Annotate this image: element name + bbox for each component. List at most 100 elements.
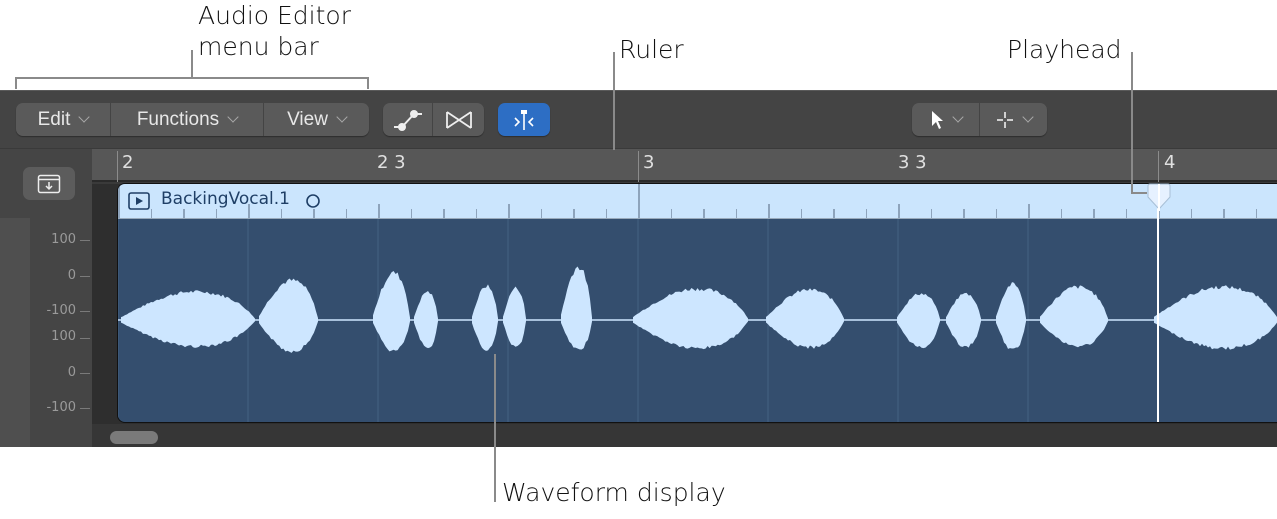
ruler-tick — [768, 204, 770, 218]
curve-tool-icon — [393, 109, 422, 131]
waveform-segment — [121, 290, 255, 348]
amplitude-label: 100 — [51, 329, 76, 344]
callout-bracket-stem — [191, 50, 193, 78]
chevron-down-icon — [1021, 111, 1034, 123]
ruler-tick — [703, 209, 705, 218]
ruler-tick — [540, 209, 542, 218]
functions-menu[interactable]: Functions — [111, 103, 264, 136]
audio-region[interactable]: BackingVocal.1 — [117, 183, 1277, 423]
edit-menu-label: Edit — [37, 108, 71, 130]
callout-ruler: Ruler — [619, 35, 684, 64]
view-menu[interactable]: View — [264, 103, 369, 136]
circle-icon — [306, 194, 320, 208]
amplitude-label: 100 — [51, 232, 76, 247]
ruler-tick — [1093, 209, 1095, 218]
ruler-tick — [930, 209, 932, 218]
menu-group: Edit Functions View — [16, 103, 369, 136]
callout-audio-editor-menu-bar: Audio Editor menu bar — [198, 0, 351, 62]
amplitude-tick — [80, 240, 90, 241]
waveform-segment — [996, 282, 1026, 349]
ruler-tick — [508, 204, 510, 218]
ruler-tick — [1223, 209, 1225, 218]
amplitude-tick — [80, 338, 90, 339]
ruler-tick — [833, 209, 835, 218]
amplitude-label: -100 — [46, 303, 76, 318]
marquee-tool-icon — [996, 111, 1013, 128]
functions-menu-label: Functions — [136, 108, 220, 130]
ruler-tick — [410, 209, 412, 218]
download-button[interactable] — [23, 167, 75, 200]
ruler-tick — [638, 184, 640, 218]
scrollbar-thumb[interactable] — [110, 431, 158, 444]
left-strip — [0, 218, 30, 447]
ruler-tick — [800, 209, 802, 218]
callout-ruler-line — [613, 52, 615, 150]
amplitude-label: -100 — [46, 400, 76, 415]
marquee-tool-menu[interactable] — [980, 103, 1047, 136]
ruler-tick — [313, 209, 315, 218]
ruler-tick — [735, 209, 737, 218]
pointer-tool-icon — [931, 110, 943, 129]
callout-playhead-elbow — [1131, 192, 1147, 194]
ruler-tick — [443, 209, 445, 218]
ruler-tick — [670, 209, 672, 218]
callout-bracket-right — [367, 77, 369, 89]
callout-bracket-horizontal — [15, 77, 369, 79]
horizontal-scrollbar[interactable] — [92, 424, 1277, 447]
waveform-segment — [633, 287, 748, 350]
callout-waveform-display: Waveform display — [502, 478, 726, 507]
ruler-tick — [573, 209, 575, 218]
amplitude-tick — [80, 373, 90, 374]
ruler-bar-line — [1158, 151, 1159, 182]
amplitude-tick — [80, 276, 90, 277]
catch-playhead-icon — [514, 109, 534, 130]
ruler-bar-line — [638, 151, 639, 182]
audio-editor: Edit Functions View 100 0 -100 100 0 -10… — [0, 90, 1277, 447]
playhead-handle[interactable] — [1145, 183, 1173, 211]
waveform-segment — [1154, 285, 1277, 350]
pointer-tool-menu[interactable] — [912, 103, 980, 136]
playhead-line[interactable] — [1157, 186, 1159, 422]
ruler-tick — [865, 209, 867, 218]
waveform-segment — [766, 288, 844, 349]
ruler-mark: 2 — [122, 152, 134, 173]
waveform-segment — [1040, 285, 1108, 348]
ruler-tick — [118, 184, 120, 218]
ruler-tick — [345, 209, 347, 218]
play-icon — [128, 192, 150, 210]
region-name: BackingVocal.1 — [161, 189, 290, 209]
ruler[interactable]: 2 2 3 3 3 3 4 — [92, 149, 1277, 182]
waveform-segment — [561, 266, 592, 350]
ruler-tick — [898, 204, 900, 218]
ruler-mark: 3 3 — [898, 152, 927, 173]
crossfade-button[interactable] — [433, 103, 484, 136]
curve-tool-button[interactable] — [383, 103, 433, 136]
edit-tools-group — [383, 103, 484, 136]
download-icon — [37, 174, 61, 193]
waveform-segment — [897, 293, 940, 349]
ruler-tick — [475, 209, 477, 218]
region-header[interactable]: BackingVocal.1 — [118, 184, 1277, 219]
waveform-segment — [503, 286, 526, 347]
chevron-down-icon — [336, 111, 348, 123]
ruler-tick — [1190, 209, 1192, 218]
waveform-segment — [946, 292, 981, 348]
ruler-tick — [963, 209, 965, 218]
tool-menu-group — [912, 103, 1047, 136]
callout-line-1: Audio Editor — [198, 1, 351, 30]
catch-playhead-button[interactable] — [498, 103, 550, 136]
ruler-mark: 2 3 — [377, 152, 406, 173]
amplitude-label: 0 — [67, 268, 76, 283]
amplitude-label: 0 — [67, 365, 76, 380]
callout-bracket-left — [15, 77, 17, 89]
ruler-tick — [605, 209, 607, 218]
crossfade-icon — [445, 110, 472, 129]
edit-menu[interactable]: Edit — [16, 103, 111, 136]
ruler-tick — [1060, 209, 1062, 218]
ruler-tick — [248, 204, 250, 218]
catch-playhead-part — [498, 103, 550, 136]
ruler-mark: 4 — [1164, 152, 1176, 173]
ruler-mark: 3 — [643, 152, 655, 173]
waveform-segment — [472, 284, 498, 351]
ruler-tick — [1028, 204, 1030, 218]
